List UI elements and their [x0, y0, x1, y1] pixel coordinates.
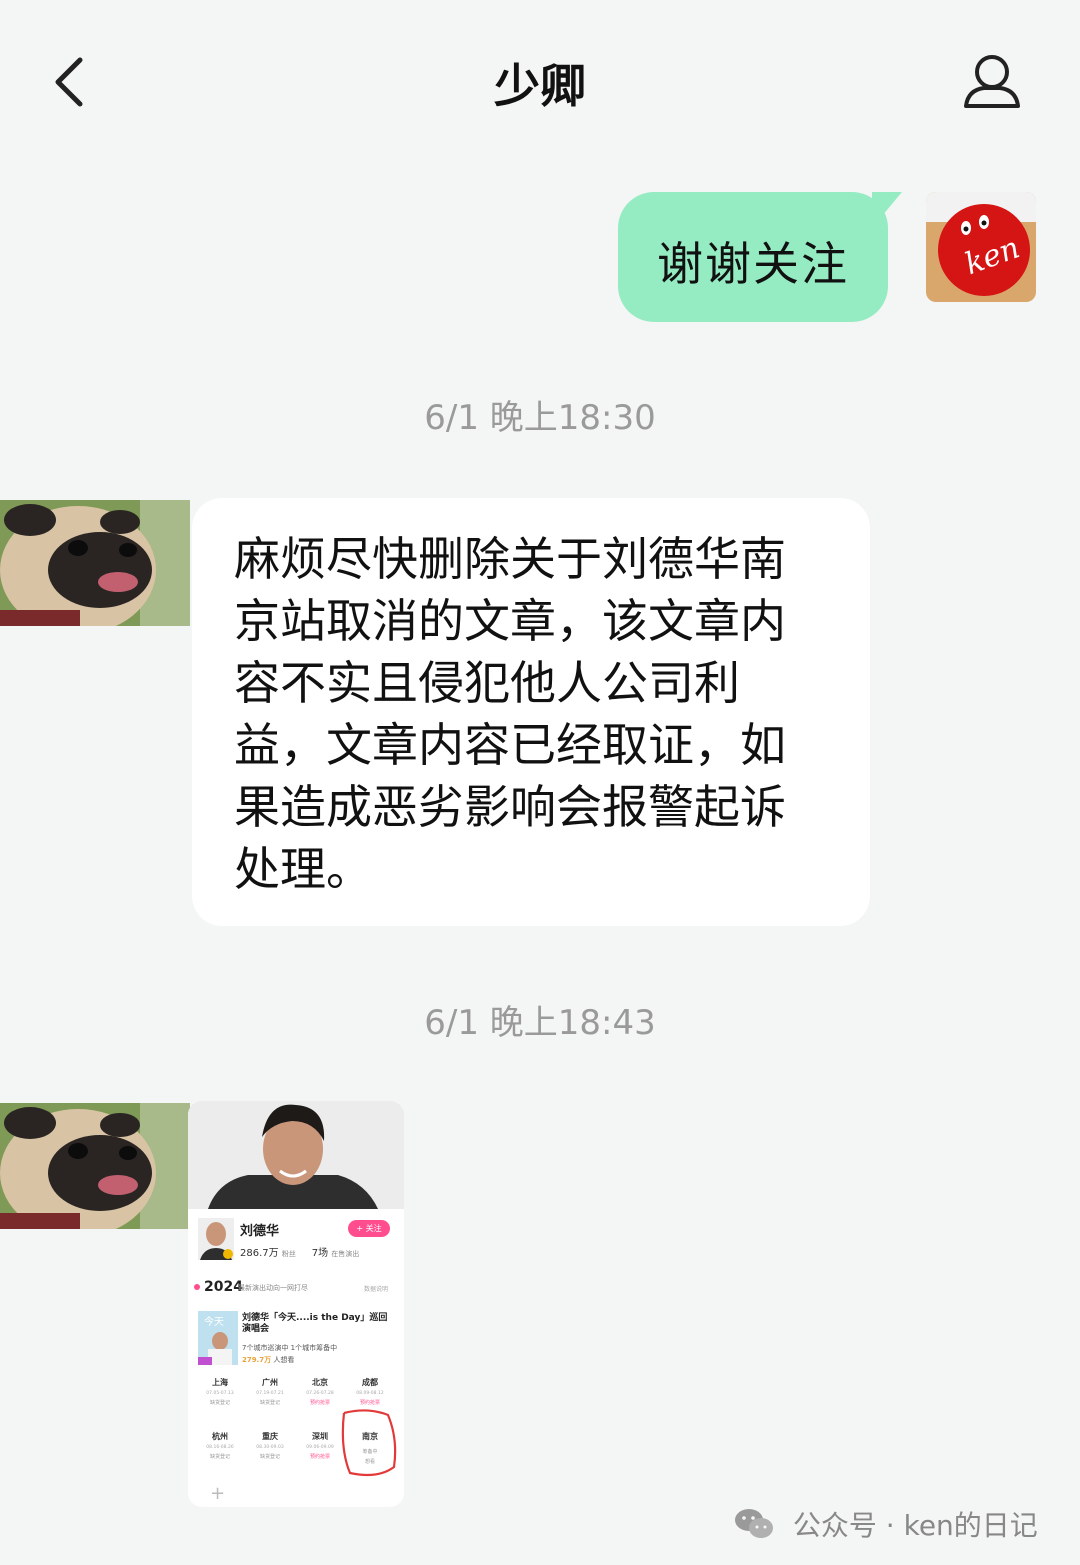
- want-count: 279.7万: [242, 1356, 272, 1364]
- chat-header: 少卿: [0, 0, 1080, 160]
- city-status: 缺货登记: [259, 1400, 280, 1406]
- artist-thumbnail: [198, 1218, 234, 1260]
- city-status: 缺货登记: [209, 1454, 230, 1460]
- self-avatar[interactable]: ken: [926, 192, 1036, 302]
- city-status: 缺货登记: [259, 1454, 280, 1460]
- pug-avatar-image: [0, 1103, 190, 1229]
- year-subtitle: 最新演出动向一网打尽: [238, 1284, 308, 1292]
- want-label: 人想看: [273, 1356, 295, 1364]
- outgoing-message-text: 谢谢关注: [657, 237, 849, 291]
- outgoing-message-bubble[interactable]: 谢谢关注: [618, 192, 902, 322]
- svg-text:今天: 今天: [204, 1315, 224, 1328]
- red-circle-annotation: [341, 1409, 397, 1477]
- bubble-tail: [872, 192, 902, 228]
- city-status: 缺货登记: [209, 1400, 230, 1406]
- city-date: 09.06-09.09: [306, 1445, 334, 1450]
- city-item[interactable]: 北京 07.26-07.28 预约抢票: [296, 1373, 344, 1419]
- city-date: 08.16-08.26: [206, 1445, 234, 1450]
- city-item[interactable]: 广州 07.19-07.21 缺货登记: [246, 1373, 294, 1419]
- tour-poster: 今天: [198, 1311, 238, 1365]
- watermark-text: 公众号 · ken的日记: [792, 1509, 1038, 1542]
- city-name: 上海: [212, 1378, 228, 1387]
- city-date: 08.09-08.12: [356, 1391, 384, 1396]
- fans-count: 286.7万: [240, 1248, 279, 1259]
- city-date: 07.26-07.28: [306, 1391, 334, 1396]
- shows-label: 在售演出: [331, 1250, 360, 1258]
- fans-label: 粉丝: [281, 1250, 296, 1258]
- tour-info: 7个城市巡演中 1个城市筹备中: [242, 1344, 338, 1352]
- contact-avatar[interactable]: [0, 500, 190, 626]
- add-icon[interactable]: +: [210, 1483, 225, 1504]
- follow-button[interactable]: + 关注: [348, 1220, 390, 1237]
- person-icon: [964, 55, 1020, 108]
- city-date: 07.05-07.13: [206, 1391, 234, 1396]
- tour-card: 今天 刘德华「今天....is the Day」巡回演唱会 7个城市巡演中 1个…: [192, 1305, 400, 1505]
- city-date: 07.19-07.21: [256, 1391, 284, 1396]
- city-name: 深圳: [312, 1432, 328, 1441]
- city-item[interactable]: 上海 07.05-07.13 缺货登记: [196, 1373, 244, 1419]
- city-name: 成都: [362, 1378, 378, 1387]
- page-title: 少卿: [494, 59, 586, 113]
- image-message[interactable]: 刘德华 + 关注 286.7万 粉丝 7场 在售演出 2024 最新演出动向一网…: [188, 1101, 404, 1507]
- contact-avatar[interactable]: [0, 1103, 190, 1229]
- city-status: 预约抢票: [309, 1400, 330, 1406]
- watermark: 公众号 · ken的日记: [734, 1504, 1038, 1544]
- timestamp: 6/1 晚上18:30: [424, 398, 656, 438]
- self-avatar-image: ken: [926, 192, 1036, 302]
- city-item[interactable]: 杭州 08.16-08.26 缺货登记: [196, 1427, 244, 1473]
- dot-icon: [194, 1284, 200, 1290]
- incoming-message-bubble[interactable]: 麻烦尽快删除关于刘德华南京站取消的文章，该文章内容不实且侵犯他人公司利益，文章内…: [192, 498, 870, 926]
- city-date: 08.30-09.03: [256, 1445, 284, 1450]
- city-name: 广州: [262, 1378, 278, 1387]
- city-name: 北京: [312, 1378, 328, 1387]
- profile-button[interactable]: [960, 52, 1024, 112]
- city-status: 预约抢票: [359, 1400, 380, 1406]
- city-name: 重庆: [262, 1432, 278, 1441]
- incoming-message-text: 麻烦尽快删除关于刘德华南京站取消的文章，该文章内容不实且侵犯他人公司利益，文章内…: [234, 532, 786, 896]
- artist-photo: [188, 1101, 404, 1209]
- artist-name: 刘德华: [240, 1224, 280, 1239]
- data-note-link[interactable]: 数据说明: [364, 1284, 388, 1293]
- timestamp: 6/1 晚上18:43: [424, 1003, 656, 1043]
- wechat-icon: [735, 1509, 773, 1538]
- shows-count: 7场: [311, 1248, 329, 1259]
- city-item[interactable]: 深圳 09.06-09.09 预约抢票: [296, 1427, 344, 1473]
- want-to-see: 279.7万 人想看: [242, 1355, 294, 1365]
- artist-stats: 286.7万 粉丝 7场 在售演出: [240, 1244, 359, 1259]
- city-name: 杭州: [212, 1432, 228, 1441]
- artist-card: 刘德华 + 关注 286.7万 粉丝 7场 在售演出: [192, 1212, 400, 1270]
- tour-title: 刘德华「今天....is the Day」巡回演唱会: [242, 1313, 388, 1334]
- city-item[interactable]: 重庆 08.30-09.03 缺货登记: [246, 1427, 294, 1473]
- city-status: 预约抢票: [309, 1454, 330, 1460]
- pug-avatar-image: [0, 500, 190, 626]
- year-section-header: 2024 最新演出动向一网打尽 数据说明: [194, 1279, 400, 1297]
